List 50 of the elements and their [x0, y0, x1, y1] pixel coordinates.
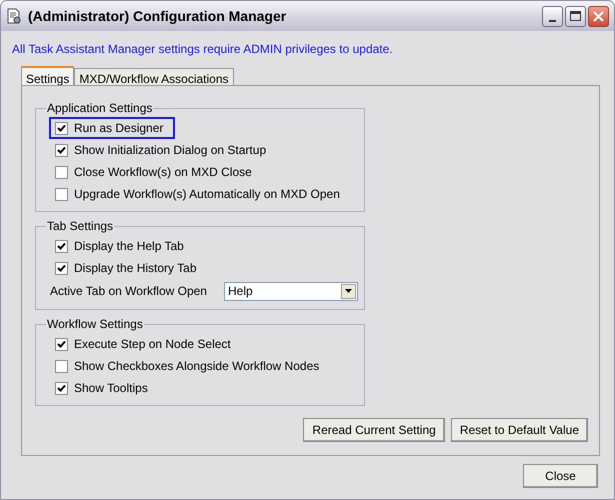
group-title: Workflow Settings — [46, 316, 144, 333]
field-label: Active Tab on Workflow Open — [50, 283, 208, 300]
checkbox[interactable] — [55, 240, 68, 252]
minimize-button[interactable] — [542, 6, 563, 26]
checkbox-label: Display the History Tab — [74, 260, 196, 277]
panel-button[interactable]: Reread Current Setting — [303, 418, 445, 442]
check-icon — [57, 384, 66, 392]
window-title: (Administrator) Configuration Manager — [28, 6, 288, 26]
maximize-button[interactable] — [565, 6, 586, 26]
checkbox[interactable] — [55, 338, 68, 350]
panel-button[interactable]: Reset to Default Value — [450, 418, 588, 442]
check-icon — [57, 242, 66, 250]
checkbox-label: Show Initialization Dialog on Startup — [74, 142, 266, 159]
checkbox-label: Execute Step on Node Select — [74, 336, 231, 353]
checkbox-row[interactable]: Show Checkboxes Alongside Workflow Nodes — [49, 355, 332, 377]
checkbox[interactable] — [55, 166, 68, 178]
close-button[interactable]: Close — [523, 464, 598, 488]
checkbox-label: Show Checkboxes Alongside Workflow Nodes — [74, 358, 320, 375]
checkbox-row[interactable]: Display the Help Tab — [49, 235, 196, 257]
check-icon — [57, 146, 66, 154]
checkbox-label: Close Workflow(s) on MXD Close — [74, 164, 252, 181]
checkbox[interactable] — [55, 144, 68, 156]
checkbox-row[interactable]: Show Tooltips — [49, 377, 160, 399]
checkbox-label: Display the Help Tab — [74, 238, 184, 255]
checkbox-row[interactable]: Display the History Tab — [49, 257, 208, 279]
group-title: Application Settings — [46, 100, 154, 117]
checkbox-label: Show Tooltips — [74, 380, 148, 397]
tab[interactable]: Settings — [21, 66, 74, 85]
checkbox-row[interactable]: Upgrade Workflow(s) Automatically on MXD Open — [49, 183, 352, 205]
close-window-button[interactable] — [588, 6, 609, 26]
close-icon — [593, 10, 604, 22]
admin-notice: All Task Assistant Manager settings require ADMIN privileges to update. — [12, 41, 394, 55]
checkbox[interactable] — [55, 122, 68, 134]
checkbox-label: Run as Designer — [74, 120, 164, 137]
checkbox[interactable] — [55, 360, 68, 372]
check-icon — [57, 264, 66, 272]
checkbox[interactable] — [55, 262, 68, 274]
dropdown-value: Help — [227, 283, 254, 300]
check-icon — [57, 124, 66, 132]
checkbox-row[interactable]: Execute Step on Node Select — [49, 333, 243, 355]
checkbox-row[interactable]: Close Workflow(s) on MXD Close — [49, 161, 264, 183]
tab[interactable]: MXD/Workflow Associations — [74, 68, 234, 85]
dropdown[interactable]: Help — [224, 282, 358, 300]
check-icon — [57, 340, 66, 348]
checkbox[interactable] — [55, 382, 68, 394]
checkbox-row[interactable]: Run as Designer — [49, 117, 176, 139]
group-title: Tab Settings — [46, 218, 114, 235]
checkbox-row[interactable]: Show Initialization Dialog on Startup — [49, 139, 278, 161]
checkbox[interactable] — [55, 188, 68, 200]
checkbox-label: Upgrade Workflow(s) Automatically on MXD Open — [74, 186, 340, 203]
